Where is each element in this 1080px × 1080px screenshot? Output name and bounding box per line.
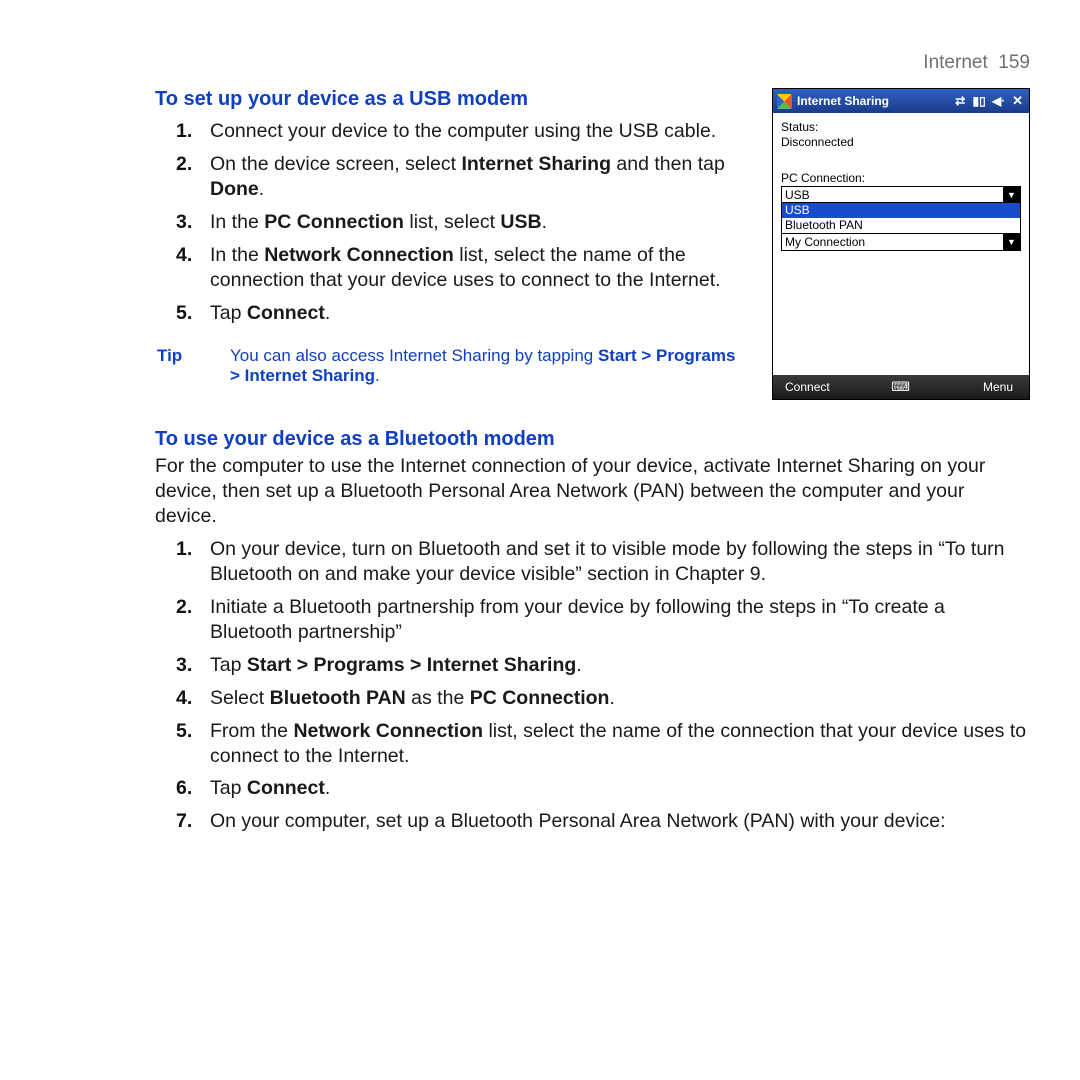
section-heading-bluetooth: To use your device as a Bluetooth modem [155, 428, 1030, 451]
list-item: 7.On your computer, set up a Bluetooth P… [210, 809, 1030, 834]
chevron-down-icon: ▼ [1003, 187, 1020, 202]
tip-text: You can also access Internet Sharing by … [230, 346, 744, 386]
pc-connection-options: USB Bluetooth PAN [781, 203, 1021, 234]
sync-icon: ⇄ [953, 94, 967, 108]
close-icon[interactable]: ✕ [1010, 93, 1029, 109]
device-title-bar: Internet Sharing ⇄ ▮▯ ◀ᐧ ✕ [773, 89, 1029, 113]
steps-usb: 1.Connect your device to the computer us… [155, 119, 744, 326]
list-item: 4.In the Network Connection list, select… [210, 243, 744, 293]
windows-logo-icon [777, 94, 792, 109]
dropdown-option[interactable]: Bluetooth PAN [782, 218, 1020, 233]
keyboard-icon[interactable]: ⌨ [859, 379, 943, 395]
pc-connection-value: USB [785, 188, 810, 202]
section-intro: For the computer to use the Internet con… [155, 454, 1030, 529]
device-screenshot: Internet Sharing ⇄ ▮▯ ◀ᐧ ✕ Status: Disco… [772, 88, 1030, 400]
tip-block: Tip You can also access Internet Sharing… [155, 346, 744, 386]
network-connection-dropdown[interactable]: My Connection ▼ [781, 234, 1021, 251]
pc-connection-label: PC Connection: [781, 171, 1021, 185]
chapter-name: Internet [923, 52, 987, 73]
dropdown-option[interactable]: USB [782, 203, 1020, 218]
list-item: 2.On the device screen, select Internet … [210, 152, 744, 202]
list-item: 5.Tap Connect. [210, 301, 744, 326]
page-number: 159 [998, 52, 1030, 73]
device-softkey-bar: Connect ⌨ Menu [773, 375, 1029, 399]
pc-connection-dropdown[interactable]: USB ▼ [781, 186, 1021, 203]
tip-label: Tip [155, 346, 230, 386]
list-item: 1.Connect your device to the computer us… [210, 119, 744, 144]
signal-icon: ▮▯ [972, 94, 986, 108]
status-value: Disconnected [781, 135, 1021, 149]
status-label: Status: [781, 120, 1021, 134]
page-header: Internet 159 [923, 52, 1030, 74]
softkey-menu[interactable]: Menu [943, 380, 1029, 394]
list-item: 3.In the PC Connection list, select USB. [210, 210, 744, 235]
list-item: 3.Tap Start > Programs > Internet Sharin… [210, 653, 1030, 678]
softkey-connect[interactable]: Connect [773, 380, 859, 394]
list-item: 4.Select Bluetooth PAN as the PC Connect… [210, 686, 1030, 711]
app-title: Internet Sharing [797, 94, 889, 108]
chevron-down-icon: ▼ [1003, 234, 1020, 250]
network-connection-value: My Connection [785, 235, 865, 249]
device-body: Status: Disconnected PC Connection: USB … [773, 113, 1029, 375]
list-item: 2.Initiate a Bluetooth partnership from … [210, 595, 1030, 645]
steps-bluetooth: 1.On your device, turn on Bluetooth and … [155, 537, 1030, 835]
speaker-icon: ◀ᐧ [991, 94, 1005, 108]
list-item: 1.On your device, turn on Bluetooth and … [210, 537, 1030, 587]
section-heading-usb: To set up your device as a USB modem [155, 88, 744, 111]
list-item: 6.Tap Connect. [210, 776, 1030, 801]
list-item: 5.From the Network Connection list, sele… [210, 719, 1030, 769]
